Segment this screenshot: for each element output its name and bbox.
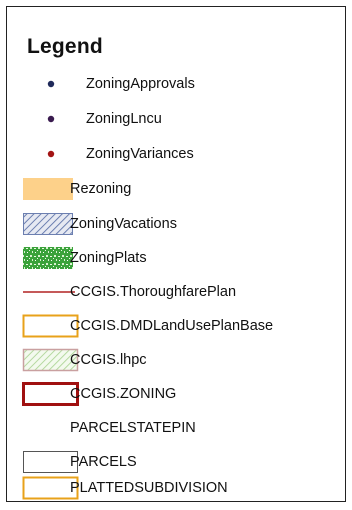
legend-item-label: PLATTEDSUBDIVISION (70, 480, 228, 496)
legend-item-platted-subdivision: PLATTEDSUBDIVISION (7, 473, 347, 503)
legend-item-dmd-land-use-plan-base: CCGIS.DMDLandUsePlanBase (7, 311, 347, 341)
legend-item-label: CCGIS.DMDLandUsePlanBase (70, 318, 274, 334)
legend-item-label: CCGIS.ThoroughfarePlan (70, 284, 237, 300)
legend-item-label: ZoningVacations (70, 216, 177, 232)
legend-panel: Legend ZoningApprovals ZoningLncu Zoning… (6, 6, 346, 502)
legend-item-parcel-state-pin: PARCELSTATEPIN (7, 413, 347, 443)
legend-item-label: CCGIS.lhpc (70, 352, 147, 368)
legend-item-label: ZoningLncu (86, 111, 162, 127)
navy-dot-icon (47, 80, 55, 88)
legend-item-label: ZoningPlats (70, 250, 147, 266)
legend-item-label: ZoningVariances (86, 146, 194, 162)
legend-item-zoning-approvals: ZoningApprovals (7, 69, 347, 99)
legend-item-zoning: CCGIS.ZONING (7, 379, 347, 409)
legend-item-lhpc: CCGIS.lhpc (7, 345, 347, 375)
legend-item-label: Rezoning (70, 181, 132, 197)
legend-item-label: PARCELSTATEPIN (70, 420, 196, 436)
red-dot-icon (47, 150, 55, 158)
legend-item-thoroughfare-plan: CCGIS.ThoroughfarePlan (7, 277, 347, 307)
legend-item-zoning-lncu: ZoningLncu (7, 104, 347, 134)
purple-dot-icon (47, 115, 55, 123)
legend-item-label: ZoningApprovals (86, 76, 195, 92)
legend-item-label: PARCELS (70, 454, 137, 470)
legend-item-zoning-vacations: ZoningVacations (7, 209, 347, 239)
legend-title: Legend (27, 35, 103, 58)
legend-item-rezoning: Rezoning (7, 174, 347, 204)
legend-item-zoning-variances: ZoningVariances (7, 139, 347, 169)
legend-item-zoning-plats: ZoningPlats (7, 243, 347, 273)
legend-item-label: CCGIS.ZONING (70, 386, 177, 402)
